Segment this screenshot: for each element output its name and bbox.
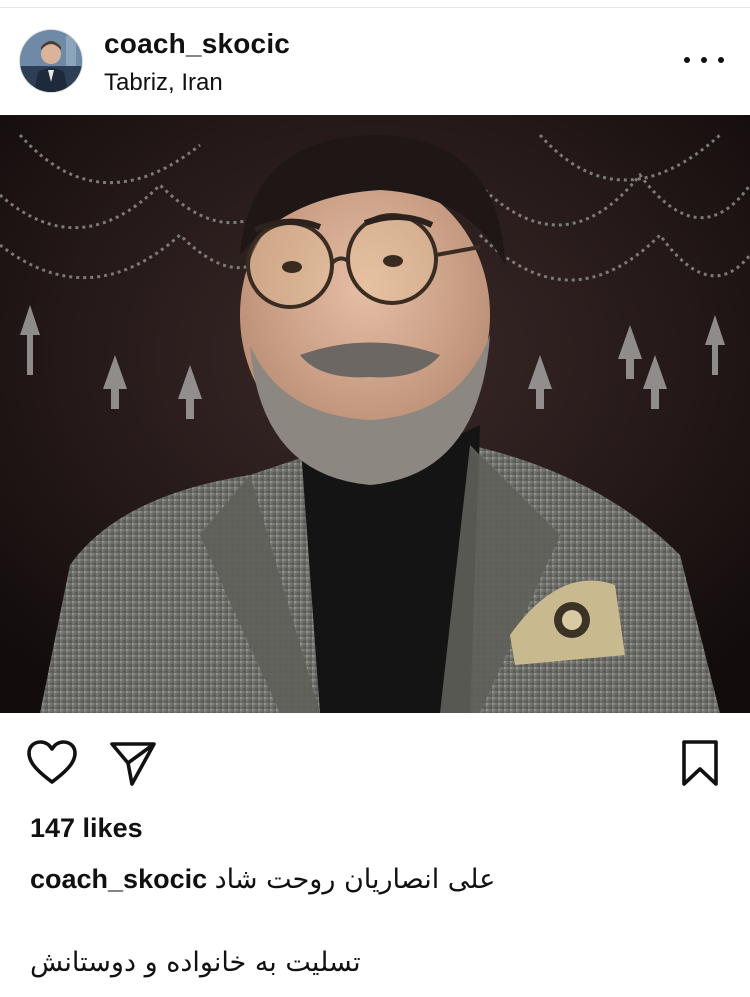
paper-plane-icon[interactable] — [108, 738, 158, 788]
post-actions-bar — [0, 728, 750, 798]
post-location[interactable]: Tabriz, Iran — [104, 69, 223, 97]
top-divider — [0, 0, 750, 8]
dot — [684, 57, 690, 63]
avatar-image — [20, 30, 82, 92]
caption-text: علی انصاریان روحت شاد — [214, 864, 496, 895]
post-photo[interactable] — [0, 115, 750, 713]
post-header: coach_skocic Tabriz, Iran — [0, 8, 750, 114]
caption: coach_skocic علی انصاریان روحت شاد — [30, 864, 720, 895]
caption-username[interactable]: coach_skocic — [30, 864, 207, 894]
caption-extra-text: تسلیت به خانواده و دوستانش — [30, 947, 361, 978]
portrait-illustration — [0, 115, 750, 713]
dot — [701, 57, 707, 63]
bookmark-icon[interactable] — [680, 738, 720, 788]
heart-icon[interactable] — [26, 740, 78, 786]
more-options-icon[interactable] — [684, 48, 724, 72]
dot — [718, 57, 724, 63]
post-username[interactable]: coach_skocic — [104, 28, 290, 60]
likes-count[interactable]: 147 likes — [30, 813, 143, 844]
avatar[interactable] — [20, 30, 82, 92]
